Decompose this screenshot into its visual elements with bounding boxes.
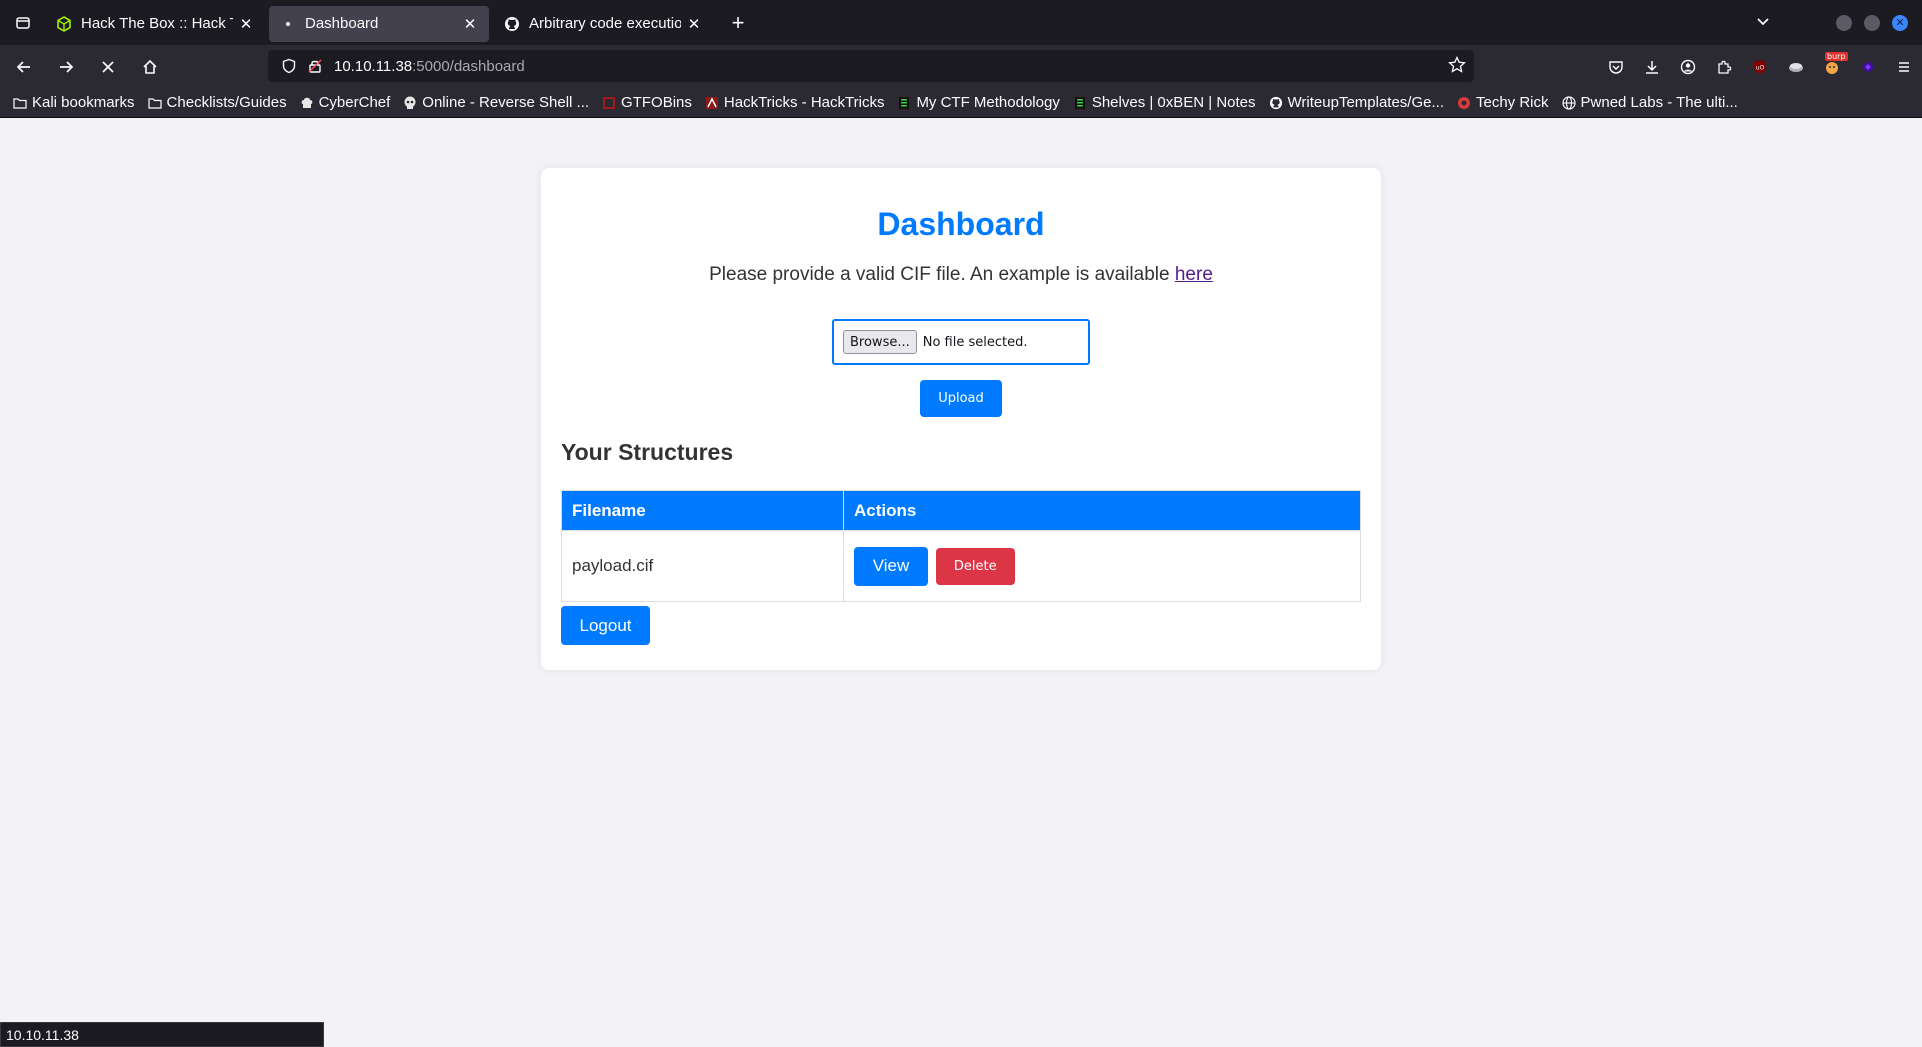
- htb-cube-icon: [55, 15, 73, 33]
- logout-button[interactable]: Logout: [561, 606, 650, 645]
- bookmark-ctf-methodology[interactable]: My CTF Methodology: [896, 94, 1060, 111]
- dashboard-card: Dashboard Please provide a valid CIF fil…: [541, 168, 1381, 670]
- bookmark-label: Shelves | 0xBEN | Notes: [1091, 94, 1256, 111]
- example-file-link[interactable]: here: [1175, 264, 1213, 285]
- downloads-icon[interactable]: [1634, 49, 1670, 85]
- wappalyzer-icon[interactable]: [1850, 49, 1886, 85]
- tab-list-icon[interactable]: [0, 0, 45, 45]
- maximize-window-icon[interactable]: [1864, 14, 1880, 31]
- tab-bar: Hack The Box :: Hack The Box ✕ Dashboard…: [0, 0, 1922, 45]
- cookie-editor-icon[interactable]: [1778, 49, 1814, 85]
- bookmark-label: Techy Rick: [1475, 94, 1549, 111]
- bookmark-revshell[interactable]: Online - Reverse Shell ...: [402, 94, 589, 111]
- tab-close-icon[interactable]: ✕: [685, 15, 703, 33]
- chevron-down-icon[interactable]: [1748, 14, 1778, 32]
- url-path: :5000/dashboard: [412, 57, 525, 75]
- file-input[interactable]: Browse... No file selected.: [832, 319, 1090, 365]
- tab-close-icon[interactable]: ✕: [237, 15, 255, 33]
- url-host: 10.10.11.38: [334, 57, 413, 75]
- file-status-text: No file selected.: [922, 334, 1028, 350]
- techy-rick-icon: [1456, 95, 1472, 111]
- extensions-icon[interactable]: [1706, 49, 1742, 85]
- chef-hat-icon: [299, 95, 315, 111]
- skull-icon: [402, 95, 418, 111]
- intro-message: Please provide a valid CIF file. An exam…: [709, 264, 1170, 285]
- navigation-toolbar: 10.10.11.38:5000/dashboard uO burp: [0, 45, 1922, 88]
- gtfobins-icon: [601, 95, 617, 111]
- url-text: 10.10.11.38:5000/dashboard: [334, 58, 525, 75]
- new-tab-plus-icon[interactable]: +: [723, 8, 753, 38]
- bookmark-cyberchef[interactable]: CyberChef: [299, 94, 391, 111]
- bookmark-label: Kali bookmarks: [32, 94, 135, 111]
- actions-cell: View Delete: [843, 530, 1361, 602]
- burp-badge: burp: [1825, 51, 1848, 61]
- globe-icon: [1561, 95, 1577, 111]
- table-header-row: Filename Actions: [561, 490, 1361, 531]
- back-arrow-icon[interactable]: [6, 49, 42, 85]
- insecure-lock-icon[interactable]: [302, 50, 328, 82]
- tab-title: Arbitrary code execution via: [529, 15, 681, 32]
- page-title: Dashboard: [877, 206, 1045, 242]
- folder-icon: [12, 95, 28, 111]
- bookmark-hacktricks[interactable]: HackTricks - HackTricks: [704, 94, 885, 111]
- table-row: payload.cif View Delete: [561, 530, 1361, 602]
- upload-button[interactable]: Upload: [920, 380, 1002, 417]
- stop-loading-icon[interactable]: [90, 49, 126, 85]
- bookmark-techy-rick[interactable]: Techy Rick: [1456, 94, 1549, 111]
- tab-title: Hack The Box :: Hack The Box: [81, 15, 233, 32]
- minimize-window-icon[interactable]: [1836, 14, 1852, 31]
- github-icon: [503, 15, 521, 33]
- forward-arrow-icon[interactable]: [48, 49, 84, 85]
- tab-close-icon[interactable]: ✕: [461, 15, 479, 33]
- tab-github[interactable]: Arbitrary code execution via ✕: [493, 6, 713, 42]
- bookmark-shelves[interactable]: Shelves | 0xBEN | Notes: [1072, 94, 1256, 111]
- dot-icon: [279, 15, 297, 33]
- bookmark-label: HackTricks - HackTricks: [723, 94, 885, 111]
- hamburger-menu-icon[interactable]: [1886, 49, 1922, 85]
- bookmark-checklists[interactable]: Checklists/Guides: [147, 94, 287, 111]
- ublock-icon[interactable]: uO: [1742, 49, 1778, 85]
- tab-dashboard[interactable]: Dashboard ✕: [269, 5, 489, 42]
- bookmark-label: My CTF Methodology: [916, 94, 1060, 111]
- github-icon: [1268, 95, 1284, 111]
- tab-title: Dashboard: [305, 15, 379, 32]
- status-bar: 10.10.11.38: [0, 1022, 324, 1047]
- delete-button[interactable]: Delete: [935, 547, 1015, 585]
- bookmark-label: GTFOBins: [621, 94, 692, 111]
- browse-button[interactable]: Browse...: [843, 330, 917, 354]
- book-green-icon: [1072, 95, 1088, 111]
- home-icon[interactable]: [132, 49, 168, 85]
- bookmark-writeup-templates[interactable]: WriteupTemplates/Ge...: [1268, 94, 1444, 111]
- column-header-actions: Actions: [843, 490, 1361, 531]
- account-icon[interactable]: [1670, 49, 1706, 85]
- column-header-filename: Filename: [561, 490, 844, 531]
- svg-text:uO: uO: [1756, 64, 1765, 71]
- close-window-icon[interactable]: ✕: [1892, 14, 1908, 31]
- book-green-icon: [896, 95, 912, 111]
- hacktricks-icon: [704, 95, 720, 111]
- structures-heading: Your Structures: [561, 439, 734, 465]
- bookmark-star-icon[interactable]: [1448, 55, 1466, 79]
- shield-icon[interactable]: [276, 50, 302, 82]
- bookmark-label: Online - Reverse Shell ...: [422, 94, 590, 111]
- page-viewport: Dashboard Please provide a valid CIF fil…: [0, 119, 1922, 1047]
- bookmark-label: Checklists/Guides: [166, 94, 287, 111]
- bookmarks-toolbar: Kali bookmarks Checklists/Guides CyberCh…: [0, 88, 1922, 118]
- view-button[interactable]: View: [854, 546, 928, 586]
- bookmark-label: WriteupTemplates/Ge...: [1287, 94, 1444, 111]
- folder-icon: [147, 95, 163, 111]
- bookmark-kali[interactable]: Kali bookmarks: [12, 94, 135, 111]
- intro-text: Please provide a valid CIF file. An exam…: [541, 264, 1381, 286]
- bookmark-label: Pwned Labs - The ulti...: [1580, 94, 1738, 111]
- structures-table: Filename Actions payload.cif View Delete: [561, 490, 1361, 602]
- pocket-icon[interactable]: [1598, 49, 1634, 85]
- url-bar[interactable]: 10.10.11.38:5000/dashboard: [268, 50, 1474, 82]
- filename-cell: payload.cif: [561, 530, 844, 602]
- bookmark-gtfobins[interactable]: GTFOBins: [601, 94, 692, 111]
- bookmark-pwned-labs[interactable]: Pwned Labs - The ulti...: [1561, 94, 1738, 111]
- burp-proxy-icon[interactable]: burp: [1814, 49, 1850, 85]
- bookmark-label: CyberChef: [318, 94, 391, 111]
- tab-hackthebox[interactable]: Hack The Box :: Hack The Box ✕: [45, 6, 265, 42]
